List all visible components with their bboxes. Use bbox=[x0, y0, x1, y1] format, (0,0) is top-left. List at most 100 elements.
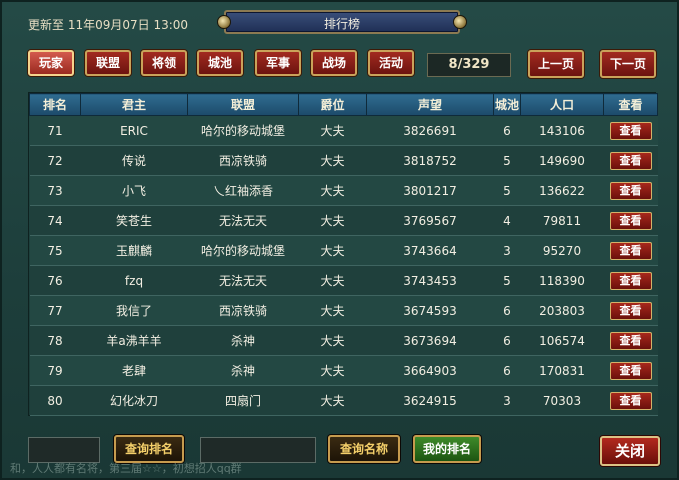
cell-alliance: 四扇门 bbox=[187, 385, 299, 416]
cell-title: 大夫 bbox=[298, 355, 367, 386]
update-time-text: 更新至 11年09月07日 13:00 bbox=[28, 16, 188, 33]
cell-population: 118390 bbox=[520, 265, 604, 296]
cell-lord: 玉麒麟 bbox=[80, 235, 188, 266]
table-row: 71 ERIC 哈尔的移动城堡 大夫 3826691 6 143106 查看 bbox=[29, 115, 658, 146]
view-button[interactable]: 查看 bbox=[609, 391, 652, 410]
cell-rank: 79 bbox=[29, 355, 81, 386]
cell-title: 大夫 bbox=[298, 115, 367, 146]
ranking-table: 排名 君主 联盟 爵位 声望 城池 人口 查看 71 ERIC 哈尔的移动城堡 大夫 3… bbox=[29, 93, 658, 416]
cell-view: 查看 bbox=[603, 175, 658, 206]
cell-prestige: 3826691 bbox=[366, 115, 494, 146]
cell-population: 79811 bbox=[520, 205, 604, 236]
view-button[interactable]: 查看 bbox=[609, 241, 652, 260]
cell-rank: 77 bbox=[29, 295, 81, 326]
cell-population: 136622 bbox=[520, 175, 604, 206]
cell-title: 大夫 bbox=[298, 385, 367, 416]
tab-military[interactable]: 军事 bbox=[255, 50, 301, 76]
table-row: 72 传说 西凉铁骑 大夫 3818752 5 149690 查看 bbox=[29, 145, 658, 176]
update-time: 11年09月07日 13:00 bbox=[67, 18, 189, 32]
tab-alliances[interactable]: 联盟 bbox=[85, 50, 131, 76]
view-button[interactable]: 查看 bbox=[609, 151, 652, 170]
cell-rank: 73 bbox=[29, 175, 81, 206]
cell-view: 查看 bbox=[603, 205, 658, 236]
cell-prestige: 3664903 bbox=[366, 355, 494, 386]
cell-view: 查看 bbox=[603, 325, 658, 356]
my-rank-button[interactable]: 我的排名 bbox=[413, 435, 481, 463]
ranking-table-container: 排名 君主 联盟 爵位 声望 城池 人口 查看 71 ERIC 哈尔的移动城堡 大夫 3… bbox=[28, 92, 658, 416]
view-button[interactable]: 查看 bbox=[609, 271, 652, 290]
table-row: 78 羊a沸羊羊 杀神 大夫 3673694 6 106574 查看 bbox=[29, 325, 658, 356]
cell-lord: fzq bbox=[80, 265, 188, 296]
background-chat-text: 和，人人都有名将，第三届☆☆，初想招人qq群 bbox=[10, 462, 242, 475]
tab-generals[interactable]: 将领 bbox=[141, 50, 187, 76]
table-row: 80 幻化冰刀 四扇门 大夫 3624915 3 70303 查看 bbox=[29, 385, 658, 416]
tab-events[interactable]: 活动 bbox=[368, 50, 414, 76]
cell-alliance: 乀红袖添香 bbox=[187, 175, 299, 206]
cell-alliance: 哈尔的移动城堡 bbox=[187, 115, 299, 146]
cell-title: 大夫 bbox=[298, 175, 367, 206]
view-button[interactable]: 查看 bbox=[609, 331, 652, 350]
cell-lord: 幻化冰刀 bbox=[80, 385, 188, 416]
cell-cities: 6 bbox=[493, 325, 521, 356]
cell-cities: 5 bbox=[493, 265, 521, 296]
cell-cities: 3 bbox=[493, 235, 521, 266]
cell-view: 查看 bbox=[603, 265, 658, 296]
cell-lord: 传说 bbox=[80, 145, 188, 176]
cell-view: 查看 bbox=[603, 385, 658, 416]
query-rank-button[interactable]: 查询排名 bbox=[114, 435, 184, 463]
view-button[interactable]: 查看 bbox=[609, 121, 652, 140]
title-frame: 排行榜 bbox=[217, 10, 467, 34]
tab-players[interactable]: 玩家 bbox=[28, 50, 74, 76]
cell-alliance: 杀神 bbox=[187, 325, 299, 356]
cell-rank: 78 bbox=[29, 325, 81, 356]
view-button[interactable]: 查看 bbox=[609, 211, 652, 230]
cell-alliance: 哈尔的移动城堡 bbox=[187, 235, 299, 266]
cell-prestige: 3743664 bbox=[366, 235, 494, 266]
tab-battlefield[interactable]: 战场 bbox=[311, 50, 357, 76]
prev-page-button[interactable]: 上一页 bbox=[528, 50, 584, 78]
view-button[interactable]: 查看 bbox=[609, 301, 652, 320]
query-name-button[interactable]: 查询名称 bbox=[328, 435, 400, 463]
col-header-rank: 排名 bbox=[29, 93, 81, 116]
cell-prestige: 3801217 bbox=[366, 175, 494, 206]
cell-alliance: 无法无天 bbox=[187, 205, 299, 236]
cell-population: 143106 bbox=[520, 115, 604, 146]
window-title: 排行榜 bbox=[323, 17, 360, 31]
col-header-view: 查看 bbox=[603, 93, 658, 116]
cell-view: 查看 bbox=[603, 145, 658, 176]
cell-cities: 5 bbox=[493, 145, 521, 176]
cell-alliance: 西凉铁骑 bbox=[187, 295, 299, 326]
cell-lord: 笑苍生 bbox=[80, 205, 188, 236]
cell-population: 95270 bbox=[520, 235, 604, 266]
cell-alliance: 西凉铁骑 bbox=[187, 145, 299, 176]
cell-title: 大夫 bbox=[298, 325, 367, 356]
cell-view: 查看 bbox=[603, 235, 658, 266]
cell-prestige: 3673694 bbox=[366, 325, 494, 356]
cell-alliance: 无法无天 bbox=[187, 265, 299, 296]
table-header-row: 排名 君主 联盟 爵位 声望 城池 人口 查看 bbox=[29, 93, 658, 116]
cell-prestige: 3818752 bbox=[366, 145, 494, 176]
cell-cities: 5 bbox=[493, 175, 521, 206]
cell-title: 大夫 bbox=[298, 145, 367, 176]
cell-rank: 75 bbox=[29, 235, 81, 266]
update-label: 更新至 bbox=[28, 18, 65, 32]
cell-lord: 我信了 bbox=[80, 295, 188, 326]
next-page-button[interactable]: 下一页 bbox=[600, 50, 656, 78]
view-button[interactable]: 查看 bbox=[609, 181, 652, 200]
col-header-prestige: 声望 bbox=[366, 93, 494, 116]
cell-population: 106574 bbox=[520, 325, 604, 356]
cell-alliance: 杀神 bbox=[187, 355, 299, 386]
cell-prestige: 3624915 bbox=[366, 385, 494, 416]
cell-lord: 羊a沸羊羊 bbox=[80, 325, 188, 356]
ranking-table-body: 71 ERIC 哈尔的移动城堡 大夫 3826691 6 143106 查看 72 传说 西凉铁骑大… bbox=[29, 115, 658, 416]
cell-cities: 6 bbox=[493, 115, 521, 146]
close-button[interactable]: 关闭 bbox=[600, 436, 660, 466]
tab-cities[interactable]: 城池 bbox=[197, 50, 243, 76]
table-row: 77 我信了 西凉铁骑 大夫 3674593 6 203803 查看 bbox=[29, 295, 658, 326]
cell-prestige: 3743453 bbox=[366, 265, 494, 296]
view-button[interactable]: 查看 bbox=[609, 361, 652, 380]
title-bar: 更新至 11年09月07日 13:00 排行榜 bbox=[2, 2, 679, 44]
cell-population: 170831 bbox=[520, 355, 604, 386]
col-header-population: 人口 bbox=[520, 93, 604, 116]
cell-rank: 76 bbox=[29, 265, 81, 296]
